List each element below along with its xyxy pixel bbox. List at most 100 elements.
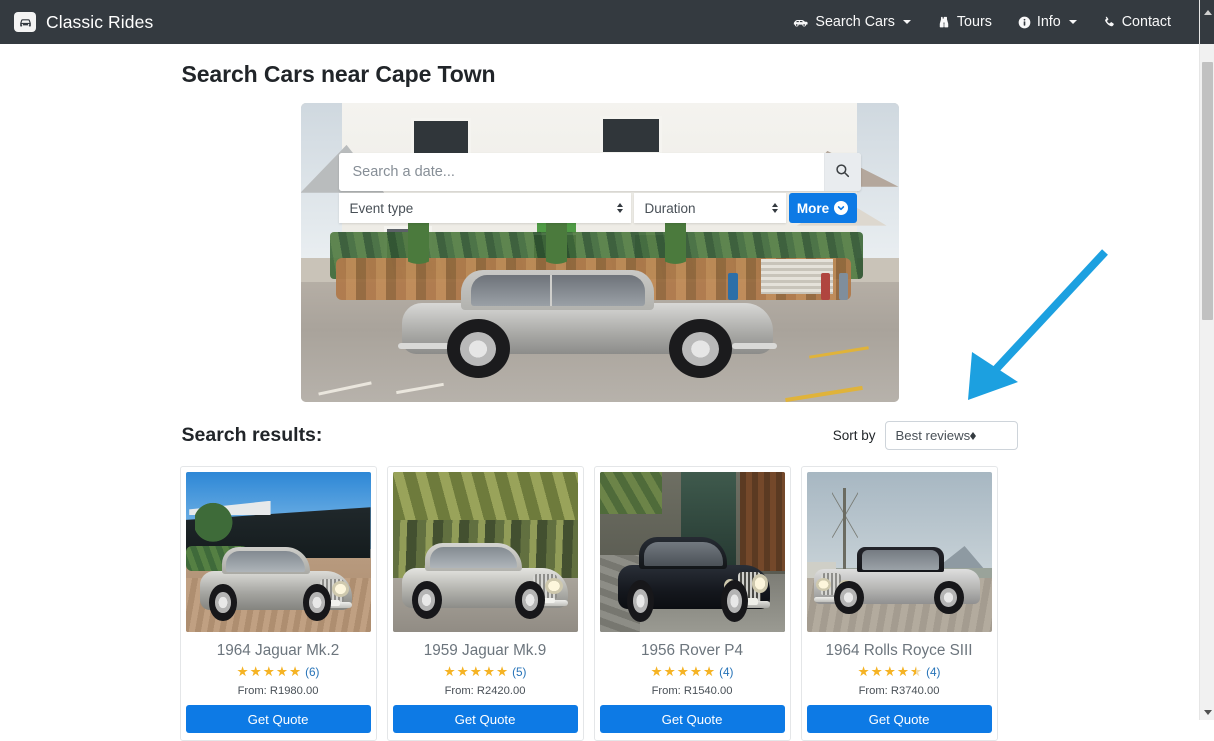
nav-item-label: Info: [1036, 14, 1061, 30]
search-row: [338, 153, 861, 191]
nav-item-search-cars[interactable]: Search Cars: [792, 14, 911, 30]
content-container: Search Cars near Cape Town Search a date…: [179, 44, 1020, 741]
hero-window: [411, 117, 471, 157]
page-title: Search Cars near Cape Town: [181, 61, 496, 87]
star-icon: ★: [857, 664, 870, 680]
duration-select[interactable]: Duration: [633, 193, 786, 223]
car-title: 1964 Jaguar Mk.2: [216, 642, 340, 659]
car-thumbnail[interactable]: [185, 472, 371, 632]
star-icon: ★: [275, 664, 288, 680]
scrollbar-top-cap: [1200, 0, 1214, 44]
hero-window: [599, 116, 663, 156]
select-arrows-icon: [616, 203, 623, 213]
star-icon: ★: [456, 664, 469, 680]
car-icon: [14, 12, 36, 32]
phone-icon: [1103, 16, 1116, 29]
review-count[interactable]: (4): [719, 665, 733, 679]
car-thumbnail[interactable]: [392, 472, 578, 632]
nav-item-info[interactable]: Info: [1018, 14, 1077, 30]
duration-value: Duration: [644, 200, 696, 216]
event-type-value: Event type: [349, 200, 414, 216]
price-from: From: R1980.00: [237, 685, 319, 697]
chevron-down-icon: [902, 20, 911, 24]
star-icon: ★: [482, 664, 495, 680]
binoculars-icon: [937, 16, 951, 29]
star-icon: ★: [676, 664, 689, 680]
sort-by-select[interactable]: Best reviews: [884, 421, 1018, 450]
car-thumbnail[interactable]: [599, 472, 785, 632]
search-submit-button[interactable]: [823, 153, 861, 191]
get-quote-button[interactable]: Get Quote: [185, 705, 371, 733]
star-icon: ★: [249, 664, 262, 680]
star-icon: ★: [883, 664, 896, 680]
info-circle-icon: [1018, 16, 1031, 29]
car-title: 1956 Rover P4: [640, 642, 744, 659]
star-icon: ★: [469, 664, 482, 680]
sort-control: Sort by Best reviews: [833, 421, 1018, 450]
review-count[interactable]: (5): [512, 665, 526, 679]
magnifier-icon: [835, 163, 850, 181]
brand-link[interactable]: Classic Rides: [14, 12, 153, 33]
car-thumbnail[interactable]: [806, 472, 992, 632]
rating: ★ ★ ★ ★ ★ (4): [600, 665, 785, 679]
review-count[interactable]: (6): [305, 665, 319, 679]
result-card[interactable]: 1964 Jaguar Mk.2 ★ ★ ★ ★ ★ (6) From: R19…: [179, 466, 377, 741]
search-date-input[interactable]: [338, 153, 824, 191]
get-quote-button[interactable]: Get Quote: [392, 705, 578, 733]
navbar: Classic Rides Search Cars Tours Info Con…: [0, 0, 1199, 44]
nav-item-label: Search Cars: [815, 14, 895, 30]
scrollbar-thumb[interactable]: [1202, 62, 1213, 320]
result-card[interactable]: 1959 Jaguar Mk.9 ★ ★ ★ ★ ★ (5) From: R24…: [386, 466, 584, 741]
star-half-icon: ★: [910, 665, 922, 679]
car-side-icon: [792, 16, 809, 28]
nav-item-label: Tours: [956, 14, 992, 30]
car-title: 1964 Rolls Royce SIII: [825, 642, 973, 659]
hero-image: Event type Duration More: [300, 103, 899, 402]
results-heading: Search results:: [181, 424, 323, 446]
price-from: From: R1540.00: [651, 685, 733, 697]
star-icon: ★: [702, 664, 716, 680]
vertical-scrollbar[interactable]: [1199, 0, 1214, 720]
filters-row: Event type Duration More: [338, 193, 861, 223]
chevron-down-circle-icon: [834, 201, 849, 215]
get-quote-button[interactable]: Get Quote: [806, 705, 992, 733]
star-icon: ★: [663, 664, 676, 680]
hero-person: [838, 273, 849, 301]
nav-item-label: Contact: [1121, 14, 1171, 30]
star-icon: ★: [689, 664, 702, 680]
star-icon: ★: [443, 664, 456, 680]
nav-links: Search Cars Tours Info Contact: [792, 14, 1185, 30]
event-type-select[interactable]: Event type: [338, 193, 631, 223]
hero-section: Event type Duration More: [180, 103, 1020, 402]
nav-item-contact[interactable]: Contact: [1103, 14, 1171, 30]
car-title: 1959 Jaguar Mk.9: [423, 642, 547, 659]
brand-name: Classic Rides: [46, 11, 154, 32]
star-icon: ★: [288, 664, 302, 680]
rating: ★ ★ ★ ★ ★ (5): [393, 665, 578, 679]
scroll-down-arrow[interactable]: [1200, 705, 1214, 720]
price-from: From: R2420.00: [444, 685, 526, 697]
scroll-up-arrow[interactable]: [1200, 10, 1214, 15]
review-count[interactable]: (4): [926, 665, 940, 679]
select-arrows-icon: [970, 431, 977, 440]
sort-by-value: Best reviews: [895, 428, 971, 443]
result-card[interactable]: 1956 Rover P4 ★ ★ ★ ★ ★ (4) From: R1540.…: [593, 466, 791, 741]
hero-car: [398, 267, 777, 379]
results-grid: 1964 Jaguar Mk.2 ★ ★ ★ ★ ★ (6) From: R19…: [179, 466, 1020, 741]
more-filters-button[interactable]: More: [788, 193, 857, 223]
result-card[interactable]: 1964 Rolls Royce SIII ★ ★ ★ ★ ★ (4) From…: [800, 466, 998, 741]
search-widget: Event type Duration More: [338, 153, 861, 223]
star-icon: ★: [236, 664, 249, 680]
star-icon: ★: [896, 664, 909, 680]
nav-item-tours[interactable]: Tours: [937, 14, 992, 30]
rating: ★ ★ ★ ★ ★ (6): [186, 665, 371, 679]
sort-by-label: Sort by: [832, 428, 876, 443]
star-icon: ★: [495, 664, 509, 680]
page-body: Search Cars near Cape Town Search a date…: [0, 44, 1199, 741]
results-header: Search results: Sort by Best reviews: [180, 421, 1020, 450]
chevron-down-icon: [1068, 20, 1077, 24]
more-label: More: [796, 200, 830, 216]
star-icon: ★: [870, 664, 883, 680]
get-quote-button[interactable]: Get Quote: [599, 705, 785, 733]
star-icon: ★: [650, 664, 663, 680]
